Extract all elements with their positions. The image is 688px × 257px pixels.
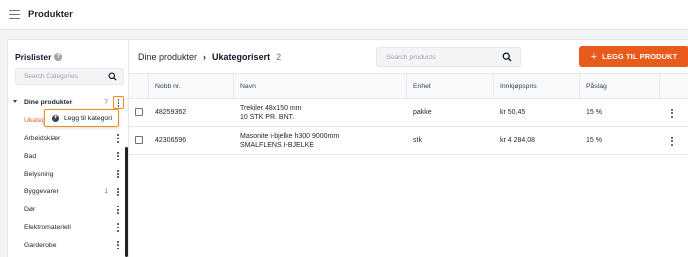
cell-name: Trekiler 48x150 mm 10 STK PR. BNT.	[234, 99, 302, 126]
row-options-icon[interactable]	[669, 135, 675, 147]
category-count: 7	[104, 99, 108, 107]
product-search	[376, 47, 521, 67]
category-item-label: Arbeidsklær	[24, 134, 61, 142]
product-description: 10 STK PR. BNT.	[240, 113, 295, 121]
cell-name: Masonite i-bjelke h300 9000mm SMALFLENS …	[234, 127, 339, 154]
cell-price: kr 4 284,08	[500, 137, 536, 144]
page-title: Produkter	[28, 9, 73, 20]
cell-nobb: 48259362	[155, 109, 187, 116]
cell-markup: 15 %	[586, 109, 602, 116]
breadcrumb-current: Ukategorisert	[212, 52, 271, 62]
breadcrumb-root[interactable]: Dine produkter	[138, 52, 197, 62]
more-options-icon[interactable]	[114, 150, 122, 162]
column-header[interactable]: Påslag	[580, 74, 660, 99]
category-item-arbeidsklaer[interactable]: Arbeidsklær	[8, 130, 129, 148]
category-item-dor[interactable]: Dør	[8, 201, 129, 219]
category-item-bad[interactable]: Bad	[8, 147, 129, 165]
row-options-icon[interactable]	[669, 107, 675, 119]
plus-icon: +	[590, 50, 598, 63]
cell-markup: 15 %	[586, 137, 602, 144]
table-row[interactable]: 48259362 Trekiler 48x150 mm 10 STK PR. B…	[129, 99, 688, 127]
top-bar: Produkter	[0, 0, 688, 30]
cell-price: kr 50,45	[500, 109, 526, 116]
column-header[interactable]: Nobb nr.	[149, 74, 234, 99]
table-row[interactable]: 42306596 Masonite i-bjelke h300 9000mm S…	[129, 127, 688, 155]
chevron-right-icon: ›	[203, 52, 207, 62]
column-header[interactable]: Enhet	[407, 74, 494, 99]
category-search	[15, 68, 124, 85]
category-root-label: Dine produkter	[24, 99, 73, 107]
hamburger-menu-icon[interactable]	[9, 10, 20, 20]
row-checkbox[interactable]	[135, 108, 143, 116]
more-options-icon[interactable]	[114, 186, 122, 198]
product-name: Masonite i-bjelke h300 9000mm	[240, 132, 340, 140]
category-item-label: Byggevarer	[24, 188, 59, 196]
add-category-label: Legg til kategori	[64, 114, 112, 122]
caret-down-icon[interactable]	[13, 100, 17, 103]
column-header[interactable]: Navn	[234, 74, 407, 99]
more-options-icon[interactable]	[114, 221, 122, 233]
add-product-button[interactable]: + LEGG TIL PRODUKT	[579, 46, 688, 67]
add-product-label: LEGG TIL PRODUKT	[602, 52, 678, 61]
product-name: Trekiler 48x150 mm	[240, 104, 302, 112]
products-table: Nobb nr. Navn Enhet Innkjøpspris Påslag …	[129, 73, 688, 155]
breadcrumb: Dine produkter › Ukategorisert 2	[138, 52, 281, 62]
category-item-label: Elektromateriell	[24, 223, 71, 231]
help-icon[interactable]: ?	[54, 53, 63, 61]
category-item-byggevarer[interactable]: Byggevarer 1	[8, 183, 129, 201]
table-header: Nobb nr. Navn Enhet Innkjøpspris Påslag	[129, 73, 688, 99]
search-icon[interactable]	[108, 72, 117, 83]
category-item-elektromateriell[interactable]: Elektromateriell	[8, 219, 129, 237]
category-search-input[interactable]	[16, 69, 101, 84]
add-category-menu-item[interactable]: + Legg til kategori	[44, 109, 119, 127]
product-count: 2	[276, 52, 282, 62]
category-item-belysning[interactable]: Belysning	[8, 165, 129, 183]
category-item-label: Dør	[24, 206, 36, 214]
row-checkbox[interactable]	[135, 136, 143, 144]
column-header[interactable]: Innkjøpspris	[494, 74, 580, 99]
category-sidebar: Prislister ? Dine produkter 7 Ukategoris…	[7, 39, 128, 257]
product-description: SMALFLENS I-BJELKE	[240, 141, 314, 149]
category-item-label: Belysning	[24, 170, 54, 178]
search-icon[interactable]	[502, 52, 512, 64]
category-item-label: Garderobe	[24, 241, 57, 249]
more-options-icon[interactable]	[114, 239, 122, 251]
products-panel: Dine produkter › Ukategorisert 2 + LEGG …	[128, 39, 688, 257]
cell-unit: pakke	[413, 109, 432, 116]
sidebar-title: Prislister ?	[15, 52, 63, 62]
plus-circle-icon: +	[52, 114, 59, 122]
category-count: 1	[104, 188, 108, 196]
more-options-icon[interactable]	[113, 96, 124, 110]
category-item-label: Bad	[24, 152, 37, 160]
product-search-input[interactable]	[377, 48, 492, 66]
select-column-header	[129, 74, 149, 99]
cell-nobb: 42306596	[155, 137, 187, 144]
cell-unit: stk	[413, 137, 422, 144]
more-options-icon[interactable]	[114, 204, 122, 216]
more-options-icon[interactable]	[114, 168, 122, 180]
category-item-garderobe[interactable]: Garderobe	[8, 236, 129, 254]
more-options-icon[interactable]	[114, 132, 122, 144]
sidebar-title-label: Prislister	[15, 52, 52, 62]
